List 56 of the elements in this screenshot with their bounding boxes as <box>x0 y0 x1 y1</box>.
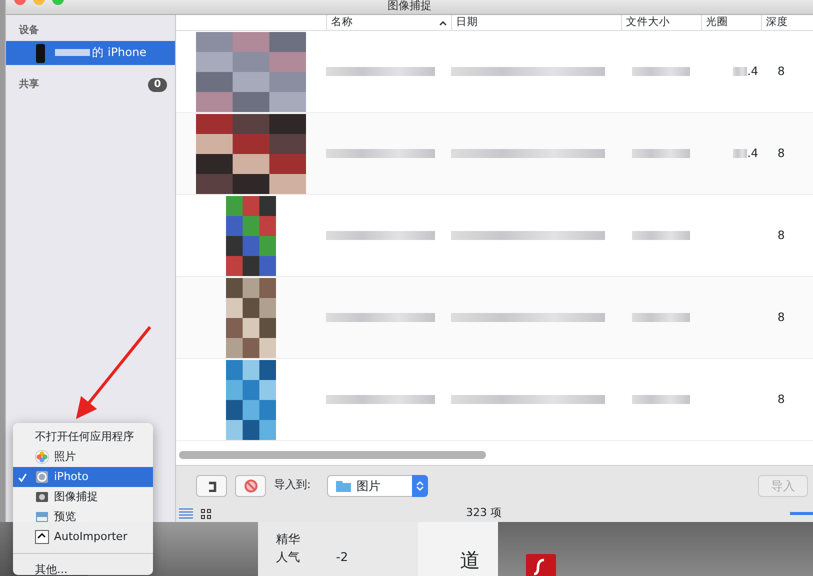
sort-icon <box>439 20 447 26</box>
redacted-text <box>632 313 690 322</box>
menu-heading: 不打开任何应用程序 <box>34 428 135 445</box>
delete-button[interactable] <box>235 474 266 496</box>
app-icon <box>35 490 49 504</box>
column-header[interactable]: 深度 <box>761 15 813 30</box>
prohibited-icon <box>244 478 258 492</box>
info-value: -2 <box>336 549 348 566</box>
flower-icon <box>35 450 49 464</box>
slider-fill[interactable] <box>790 512 813 515</box>
folder-icon <box>336 480 351 492</box>
menu-item[interactable]: AutoImporter <box>13 527 153 547</box>
table-cell: 8 <box>778 228 785 242</box>
menu-item[interactable]: 其他... <box>13 560 153 576</box>
window-title: 图像捕捉 <box>388 0 432 12</box>
column-header[interactable]: 名称 <box>326 15 451 30</box>
table-cell: 8 <box>778 310 785 324</box>
table-cell-text: .4 <box>747 144 758 162</box>
table-cell: 8 <box>778 64 785 78</box>
device-item[interactable]: 的 iPhone <box>6 41 175 65</box>
section-heading: 共享 <box>19 77 39 92</box>
redacted-text <box>632 67 690 76</box>
column-header[interactable]: 文件大小 <box>621 15 701 30</box>
phone-icon <box>36 44 45 62</box>
section-heading: 设备 <box>18 24 40 38</box>
redacted-text <box>632 231 690 240</box>
menu-item[interactable]: 图像捕捉 <box>13 487 153 507</box>
menu-item[interactable]: 预览 <box>13 507 153 527</box>
app-icon <box>35 510 49 524</box>
redacted-text <box>733 149 748 158</box>
redacted-text <box>733 67 748 76</box>
scrollbar[interactable] <box>179 451 486 459</box>
check-icon <box>18 472 27 482</box>
item-count: 323 项 <box>466 505 502 522</box>
column-header[interactable]: 日期 <box>451 15 621 30</box>
menu-item[interactable]: 照片 <box>13 447 153 467</box>
grid-view-icon[interactable] <box>201 508 211 518</box>
flash-icon <box>526 554 556 576</box>
menu-item[interactable]: iPhoto <box>13 467 153 487</box>
stepper-icon <box>416 480 424 492</box>
table-cell: 8 <box>778 146 785 160</box>
table-cell-text: .4 <box>747 62 758 80</box>
destination-popup[interactable]: 图片 <box>326 474 428 496</box>
info-label: 精华 <box>276 531 301 548</box>
app-icon <box>35 470 49 484</box>
list-view-icon[interactable] <box>179 508 193 519</box>
column-header[interactable]: 光圈 <box>701 15 761 30</box>
import-label: 导入到: <box>274 477 311 494</box>
app-icon <box>35 530 49 544</box>
heading-text: 道 <box>460 548 480 572</box>
table-cell: 8 <box>778 392 785 406</box>
rotate-button[interactable] <box>196 474 227 496</box>
redacted-text <box>632 149 690 158</box>
info-label: 人气 <box>276 549 301 566</box>
redacted-text <box>632 395 690 404</box>
count-badge: 0 <box>148 78 167 92</box>
